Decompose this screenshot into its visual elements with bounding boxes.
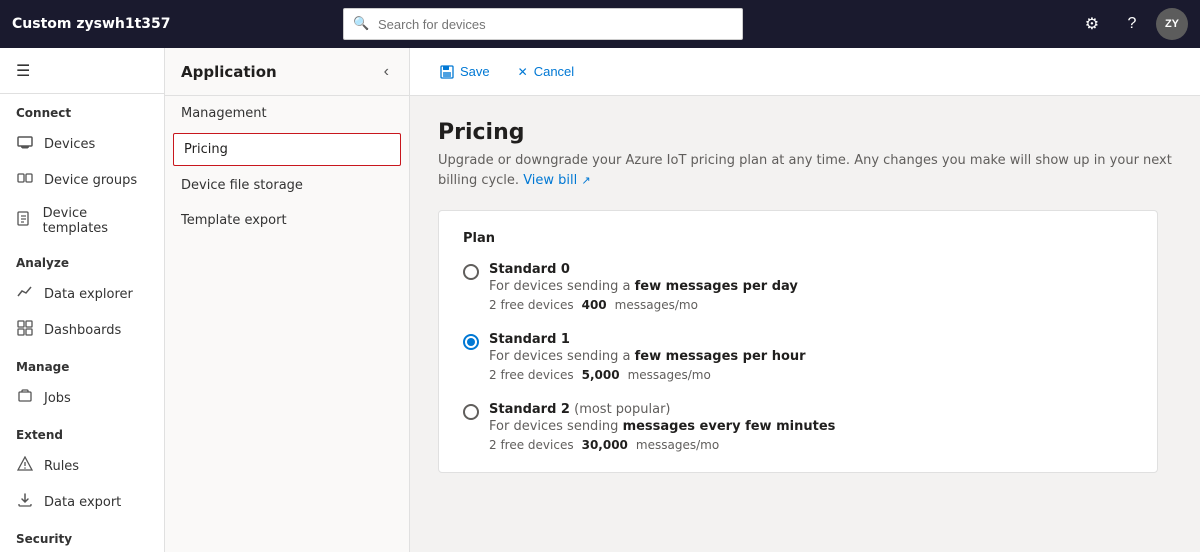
view-bill-link[interactable]: View bill ↗ <box>523 173 590 188</box>
plan-option-standard-1: Standard 1 For devices sending a few mes… <box>463 332 1133 382</box>
jobs-label: Jobs <box>44 391 71 406</box>
radio-standard-0[interactable] <box>463 264 479 280</box>
most-popular-badge: (most popular) <box>570 402 671 417</box>
settings-button[interactable]: ⚙ <box>1076 8 1108 40</box>
section-connect: Connect <box>0 94 164 126</box>
data-export-label: Data export <box>44 495 121 510</box>
nav-device-file-storage[interactable]: Device file storage <box>165 168 409 203</box>
section-extend: Extend <box>0 416 164 448</box>
radio-standard-2[interactable] <box>463 404 479 420</box>
devices-label: Devices <box>44 137 95 152</box>
search-input[interactable] <box>343 8 743 40</box>
device-groups-label: Device groups <box>44 173 137 188</box>
radio-standard-1[interactable] <box>463 334 479 350</box>
sidebar-item-devices[interactable]: Devices <box>0 126 164 162</box>
plan-name-standard-2: Standard 2 (most popular) <box>489 402 835 417</box>
external-link-icon: ↗ <box>581 174 590 187</box>
plan-details-standard-2: 2 free devices 30,000 messages/mo <box>489 438 835 452</box>
dashboards-icon <box>16 320 34 340</box>
plan-desc-standard-1: For devices sending a few messages per h… <box>489 349 806 364</box>
hamburger-menu[interactable]: ☰ <box>0 48 164 94</box>
plan-desc-standard-2: For devices sending messages every few m… <box>489 419 835 434</box>
sidebar-item-data-explorer[interactable]: Data explorer <box>0 276 164 312</box>
sidebar: ☰ Connect Devices Device groups Device t… <box>0 48 165 552</box>
cancel-button[interactable]: ✕ Cancel <box>512 60 581 83</box>
cancel-label: Cancel <box>534 64 574 79</box>
search-icon: 🔍 <box>353 17 369 32</box>
save-icon <box>440 65 454 79</box>
plan-details-standard-0: 2 free devices 400 messages/mo <box>489 298 798 312</box>
plan-details-standard-1: 2 free devices 5,000 messages/mo <box>489 368 806 382</box>
content-body: Pricing Upgrade or downgrade your Azure … <box>410 96 1200 552</box>
sidebar-item-data-export[interactable]: Data export <box>0 484 164 520</box>
content-area: Save ✕ Cancel Pricing Upgrade or downgra… <box>410 48 1200 552</box>
rules-label: Rules <box>44 459 79 474</box>
sidebar-item-dashboards[interactable]: Dashboards <box>0 312 164 348</box>
collapse-button[interactable]: ‹ <box>380 61 393 83</box>
plan-option-standard-2: Standard 2 (most popular) For devices se… <box>463 402 1133 452</box>
section-security: Security <box>0 520 164 552</box>
app-title: Custom zyswh1t357 <box>12 16 171 32</box>
device-templates-label: Device templates <box>43 206 148 236</box>
plan-name-standard-1: Standard 1 <box>489 332 806 347</box>
plan-desc-standard-0: For devices sending a few messages per d… <box>489 279 798 294</box>
page-subtitle: Upgrade or downgrade your Azure IoT pric… <box>438 151 1172 190</box>
devices-icon <box>16 134 34 154</box>
mid-panel-title: Application <box>181 63 277 81</box>
device-templates-icon <box>16 211 33 231</box>
sidebar-item-jobs[interactable]: Jobs <box>0 380 164 416</box>
data-explorer-icon <box>16 284 34 304</box>
save-button[interactable]: Save <box>434 60 496 83</box>
device-groups-icon <box>16 170 34 190</box>
plan-label: Plan <box>463 231 1133 246</box>
help-button[interactable]: ? <box>1116 8 1148 40</box>
hamburger-icon: ☰ <box>16 61 30 80</box>
page-title: Pricing <box>438 120 1172 145</box>
avatar-button[interactable]: ZY <box>1156 8 1188 40</box>
nav-pricing[interactable]: Pricing <box>173 133 401 166</box>
pricing-card: Plan Standard 0 For devices sending a fe… <box>438 210 1158 473</box>
sidebar-item-rules[interactable]: Rules <box>0 448 164 484</box>
topbar-actions: ⚙ ? ZY <box>1076 8 1188 40</box>
data-export-icon <box>16 492 34 512</box>
nav-management[interactable]: Management <box>165 96 409 131</box>
section-analyze: Analyze <box>0 244 164 276</box>
mid-panel: Application ‹ Management Pricing Device … <box>165 48 410 552</box>
content-toolbar: Save ✕ Cancel <box>410 48 1200 96</box>
search-container: 🔍 <box>343 8 743 40</box>
plan-name-standard-0: Standard 0 <box>489 262 798 277</box>
data-explorer-label: Data explorer <box>44 287 133 302</box>
topbar: Custom zyswh1t357 🔍 ⚙ ? ZY <box>0 0 1200 48</box>
sidebar-item-device-groups[interactable]: Device groups <box>0 162 164 198</box>
save-label: Save <box>460 64 490 79</box>
plan-option-standard-0: Standard 0 For devices sending a few mes… <box>463 262 1133 312</box>
nav-template-export[interactable]: Template export <box>165 203 409 238</box>
mid-panel-header: Application ‹ <box>165 48 409 96</box>
rules-icon <box>16 456 34 476</box>
main-layout: ☰ Connect Devices Device groups Device t… <box>0 48 1200 552</box>
dashboards-label: Dashboards <box>44 323 121 338</box>
section-manage: Manage <box>0 348 164 380</box>
cancel-icon: ✕ <box>518 65 528 79</box>
sidebar-item-device-templates[interactable]: Device templates <box>0 198 164 244</box>
jobs-icon <box>16 388 34 408</box>
